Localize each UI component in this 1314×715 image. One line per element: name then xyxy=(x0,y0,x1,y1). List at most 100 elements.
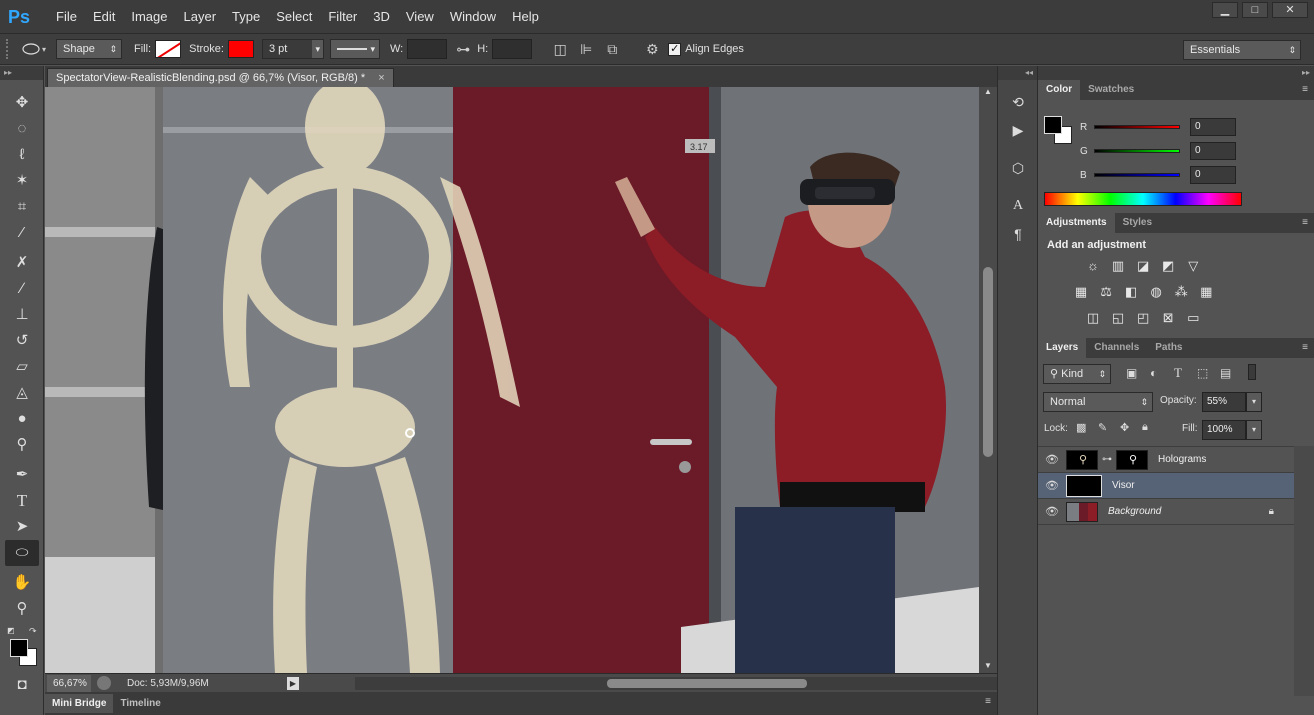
path-alignment-icon[interactable]: ⊫ xyxy=(576,39,596,59)
gear-icon[interactable]: ⚙ xyxy=(642,39,662,59)
lock-image-icon[interactable]: ✎ xyxy=(1098,421,1107,434)
minimize-button[interactable]: ▁ xyxy=(1212,2,1238,18)
black-white-icon[interactable]: ◧ xyxy=(1122,283,1140,301)
paint-bucket-tool-icon[interactable]: ◬ xyxy=(5,380,39,406)
menu-image[interactable]: Image xyxy=(123,0,175,33)
green-track[interactable] xyxy=(1094,149,1180,153)
character-panel-icon[interactable]: A xyxy=(1004,194,1032,218)
invert-icon[interactable]: ◫ xyxy=(1084,309,1102,327)
vertical-scrollbar[interactable]: ▲ ▼ xyxy=(979,87,997,673)
layer-row-holograms[interactable]: 👁︎ ⚲ ⊶ ⚲ Holograms xyxy=(1038,447,1294,473)
tab-swatches[interactable]: Swatches xyxy=(1080,80,1142,100)
paragraph-panel-icon[interactable]: ¶ xyxy=(1004,222,1032,246)
workspace-dropdown[interactable]: Essentials ⇕ xyxy=(1183,40,1301,60)
tab-adjustments[interactable]: Adjustments xyxy=(1038,213,1115,233)
scroll-up-arrow-icon[interactable]: ▲ xyxy=(979,87,997,99)
layer-filter-dropdown[interactable]: ⚲ Kind ⇕ xyxy=(1043,364,1111,384)
close-document-icon[interactable]: × xyxy=(378,72,384,84)
history-brush-tool-icon[interactable]: ↺ xyxy=(5,328,39,354)
opacity-field[interactable]: 55% xyxy=(1202,392,1246,412)
color-balance-icon[interactable]: ⚖ xyxy=(1097,283,1115,301)
mask-link-icon[interactable]: ⊶ xyxy=(1102,454,1112,465)
blur-tool-icon[interactable]: ● xyxy=(5,406,39,432)
layer-row-visor[interactable]: 👁︎ Visor xyxy=(1038,473,1294,499)
dodge-tool-icon[interactable]: ⚲ xyxy=(5,432,39,458)
menu-help[interactable]: Help xyxy=(504,0,547,33)
color-swatches[interactable]: ◩ ↷ xyxy=(5,626,39,670)
ellipse-tool-preset-icon[interactable]: ▾ xyxy=(16,39,52,59)
hand-tool-icon[interactable]: ✋ xyxy=(5,570,39,596)
pen-tool-icon[interactable]: ✒ xyxy=(5,462,39,488)
color-lookup-icon[interactable]: ▦ xyxy=(1197,283,1215,301)
fill-swatch[interactable] xyxy=(155,40,182,58)
vibrance-icon[interactable]: ▽ xyxy=(1184,257,1202,275)
status-options-icon[interactable] xyxy=(97,676,111,690)
menu-3d[interactable]: 3D xyxy=(365,0,398,33)
channel-mixer-icon[interactable]: ⁂ xyxy=(1172,283,1190,301)
default-colors-icon[interactable]: ◩ xyxy=(7,626,15,635)
path-operations-icon[interactable]: ◫ xyxy=(550,39,570,59)
width-input[interactable] xyxy=(407,39,448,59)
layers-scrollbar[interactable] xyxy=(1294,446,1314,696)
threshold-icon[interactable]: ◰ xyxy=(1134,309,1152,327)
document-canvas[interactable]: 3.17 xyxy=(45,87,979,673)
quick-mask-icon[interactable]: ◘ xyxy=(5,672,39,698)
strip-grip[interactable]: ◂◂ xyxy=(998,66,1037,80)
tab-layers[interactable]: Layers xyxy=(1038,338,1087,358)
layers-panel-menu-icon[interactable]: ≡ xyxy=(1302,338,1308,358)
menu-file[interactable]: File xyxy=(48,0,85,33)
adjustments-panel-menu-icon[interactable]: ≡ xyxy=(1302,213,1308,233)
zoom-level-field[interactable]: 66,67% xyxy=(47,674,91,692)
visibility-eye-icon[interactable]: 👁︎ xyxy=(1038,479,1066,492)
color-fg-swatch[interactable] xyxy=(1044,116,1062,134)
status-menu-arrow-icon[interactable]: ▶ xyxy=(287,677,299,690)
tool-mode-dropdown[interactable]: Shape ⇕ xyxy=(56,39,122,59)
posterize-icon[interactable]: ◱ xyxy=(1109,309,1127,327)
stroke-type-dropdown[interactable]: ▾ xyxy=(329,39,380,59)
blue-value[interactable]: 0 xyxy=(1190,166,1236,184)
maximize-button[interactable]: □ xyxy=(1242,2,1268,18)
visibility-eye-icon[interactable]: 👁︎ xyxy=(1038,505,1066,518)
vertical-scroll-thumb[interactable] xyxy=(983,267,993,457)
zoom-tool-icon[interactable]: ⚲ xyxy=(5,596,39,622)
scroll-down-arrow-icon[interactable]: ▼ xyxy=(979,661,997,673)
path-arrangement-icon[interactable]: ⧉ xyxy=(602,39,622,59)
exposure-icon[interactable]: ◩ xyxy=(1159,257,1177,275)
menu-select[interactable]: Select xyxy=(268,0,320,33)
close-button[interactable]: ✕ xyxy=(1272,2,1308,18)
bottom-panel-menu-icon[interactable]: ≡ xyxy=(985,696,991,707)
document-tab[interactable]: SpectatorView-RealisticBlending.psd @ 66… xyxy=(47,68,394,87)
menu-window[interactable]: Window xyxy=(442,0,504,33)
gradient-map-icon[interactable]: ▭ xyxy=(1184,309,1202,327)
tab-color[interactable]: Color xyxy=(1038,80,1081,100)
brush-tool-icon[interactable]: ∕ xyxy=(5,276,39,302)
lock-transparent-icon[interactable]: ▩ xyxy=(1076,421,1086,434)
tab-paths[interactable]: Paths xyxy=(1147,338,1190,358)
filter-type-icon[interactable]: T xyxy=(1174,365,1182,381)
align-edges-checkbox[interactable]: ✓ xyxy=(668,42,682,56)
menu-edit[interactable]: Edit xyxy=(85,0,123,33)
blue-slider[interactable]: B 0 xyxy=(1080,166,1236,184)
type-tool-icon[interactable]: T xyxy=(5,488,39,514)
blend-mode-dropdown[interactable]: Normal ⇕ xyxy=(1043,392,1153,412)
tab-timeline[interactable]: Timeline xyxy=(113,694,167,713)
3d-panel-icon[interactable]: ⬡ xyxy=(1004,156,1032,180)
crop-tool-icon[interactable]: ⌗ xyxy=(5,194,39,220)
filter-shape-icon[interactable]: ⬚ xyxy=(1197,366,1208,380)
filter-pixel-icon[interactable]: ▣ xyxy=(1126,366,1137,380)
horizontal-scroll-thumb[interactable] xyxy=(607,679,807,688)
stroke-width-field[interactable]: 3 pt ▾ xyxy=(261,39,324,59)
red-value[interactable]: 0 xyxy=(1190,118,1236,136)
fill-field[interactable]: 100% xyxy=(1202,420,1246,440)
tab-channels[interactable]: Channels xyxy=(1086,338,1147,358)
filter-toggle-icon[interactable] xyxy=(1248,364,1256,380)
fill-dropdown-arrow[interactable]: ▾ xyxy=(1246,420,1262,440)
photo-filter-icon[interactable]: ◍ xyxy=(1147,283,1165,301)
color-panel-menu-icon[interactable]: ≡ xyxy=(1302,80,1308,100)
blue-track[interactable] xyxy=(1094,173,1180,177)
tools-panel-grip[interactable]: ▸▸ xyxy=(0,66,43,80)
red-track[interactable] xyxy=(1094,125,1180,129)
path-selection-tool-icon[interactable]: ➤ xyxy=(5,514,39,540)
healing-brush-tool-icon[interactable]: ✗ xyxy=(5,250,39,276)
lock-all-icon[interactable]: 🔒︎ xyxy=(1142,421,1148,434)
